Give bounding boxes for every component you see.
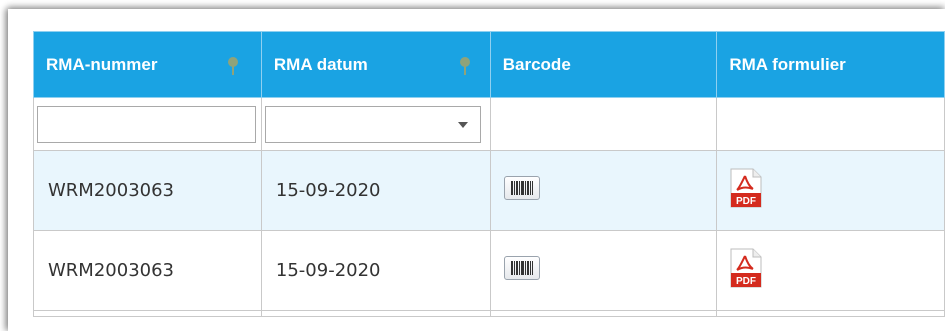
barcode-icon	[510, 181, 533, 195]
table-row-partial	[33, 310, 945, 317]
cell-rma-nummer: WRM2003063	[33, 230, 262, 311]
pdf-icon[interactable]: PDF	[728, 248, 764, 288]
grid-panel: RMA-nummer RMA datum Barcode RMA formuli…	[8, 9, 945, 331]
column-header-rma-formulier[interactable]: RMA formulier	[716, 31, 945, 98]
filter-cell-rma-formulier	[716, 97, 945, 151]
barcode-icon	[510, 261, 533, 275]
rma-nummer-filter-input[interactable]	[37, 105, 256, 143]
header-row: RMA-nummer RMA datum Barcode RMA formuli…	[33, 31, 945, 98]
table-row[interactable]: WRM2003063 15-09-2020 PDF	[33, 230, 945, 311]
column-header-label: RMA datum	[273, 54, 368, 74]
cell-barcode	[489, 230, 718, 311]
cell-rma-formulier: PDF	[716, 150, 945, 231]
pdf-label: PDF	[736, 276, 756, 287]
column-header-label: RMA-nummer	[46, 54, 158, 74]
rma-table: RMA-nummer RMA datum Barcode RMA formuli…	[33, 31, 945, 317]
pdf-label: PDF	[736, 196, 756, 207]
barcode-button[interactable]	[503, 256, 540, 280]
filter-row	[33, 97, 945, 151]
cell-rma-datum: 15-09-2020	[260, 150, 491, 231]
column-header-label: RMA formulier	[729, 54, 846, 74]
pin-icon[interactable]	[458, 56, 472, 76]
rma-datum-filter-select[interactable]	[264, 105, 481, 143]
cell-rma-formulier: PDF	[716, 230, 945, 311]
pdf-icon[interactable]: PDF	[728, 168, 764, 208]
column-header-rma-nummer[interactable]: RMA-nummer	[33, 31, 262, 98]
filter-cell-barcode	[489, 97, 718, 151]
table-row[interactable]: WRM2003063 15-09-2020 PDF	[33, 150, 945, 231]
cell-rma-nummer: WRM2003063	[33, 150, 262, 231]
pin-icon[interactable]	[226, 56, 240, 76]
cell-barcode	[489, 150, 718, 231]
barcode-button[interactable]	[503, 176, 540, 200]
cell-rma-datum: 15-09-2020	[260, 230, 491, 311]
filter-cell-rma-nummer	[33, 97, 262, 151]
column-header-rma-datum[interactable]: RMA datum	[260, 31, 491, 98]
column-header-barcode[interactable]: Barcode	[489, 31, 718, 98]
filter-cell-rma-datum	[260, 97, 491, 151]
column-header-label: Barcode	[502, 54, 571, 74]
chevron-down-icon[interactable]	[457, 121, 468, 128]
